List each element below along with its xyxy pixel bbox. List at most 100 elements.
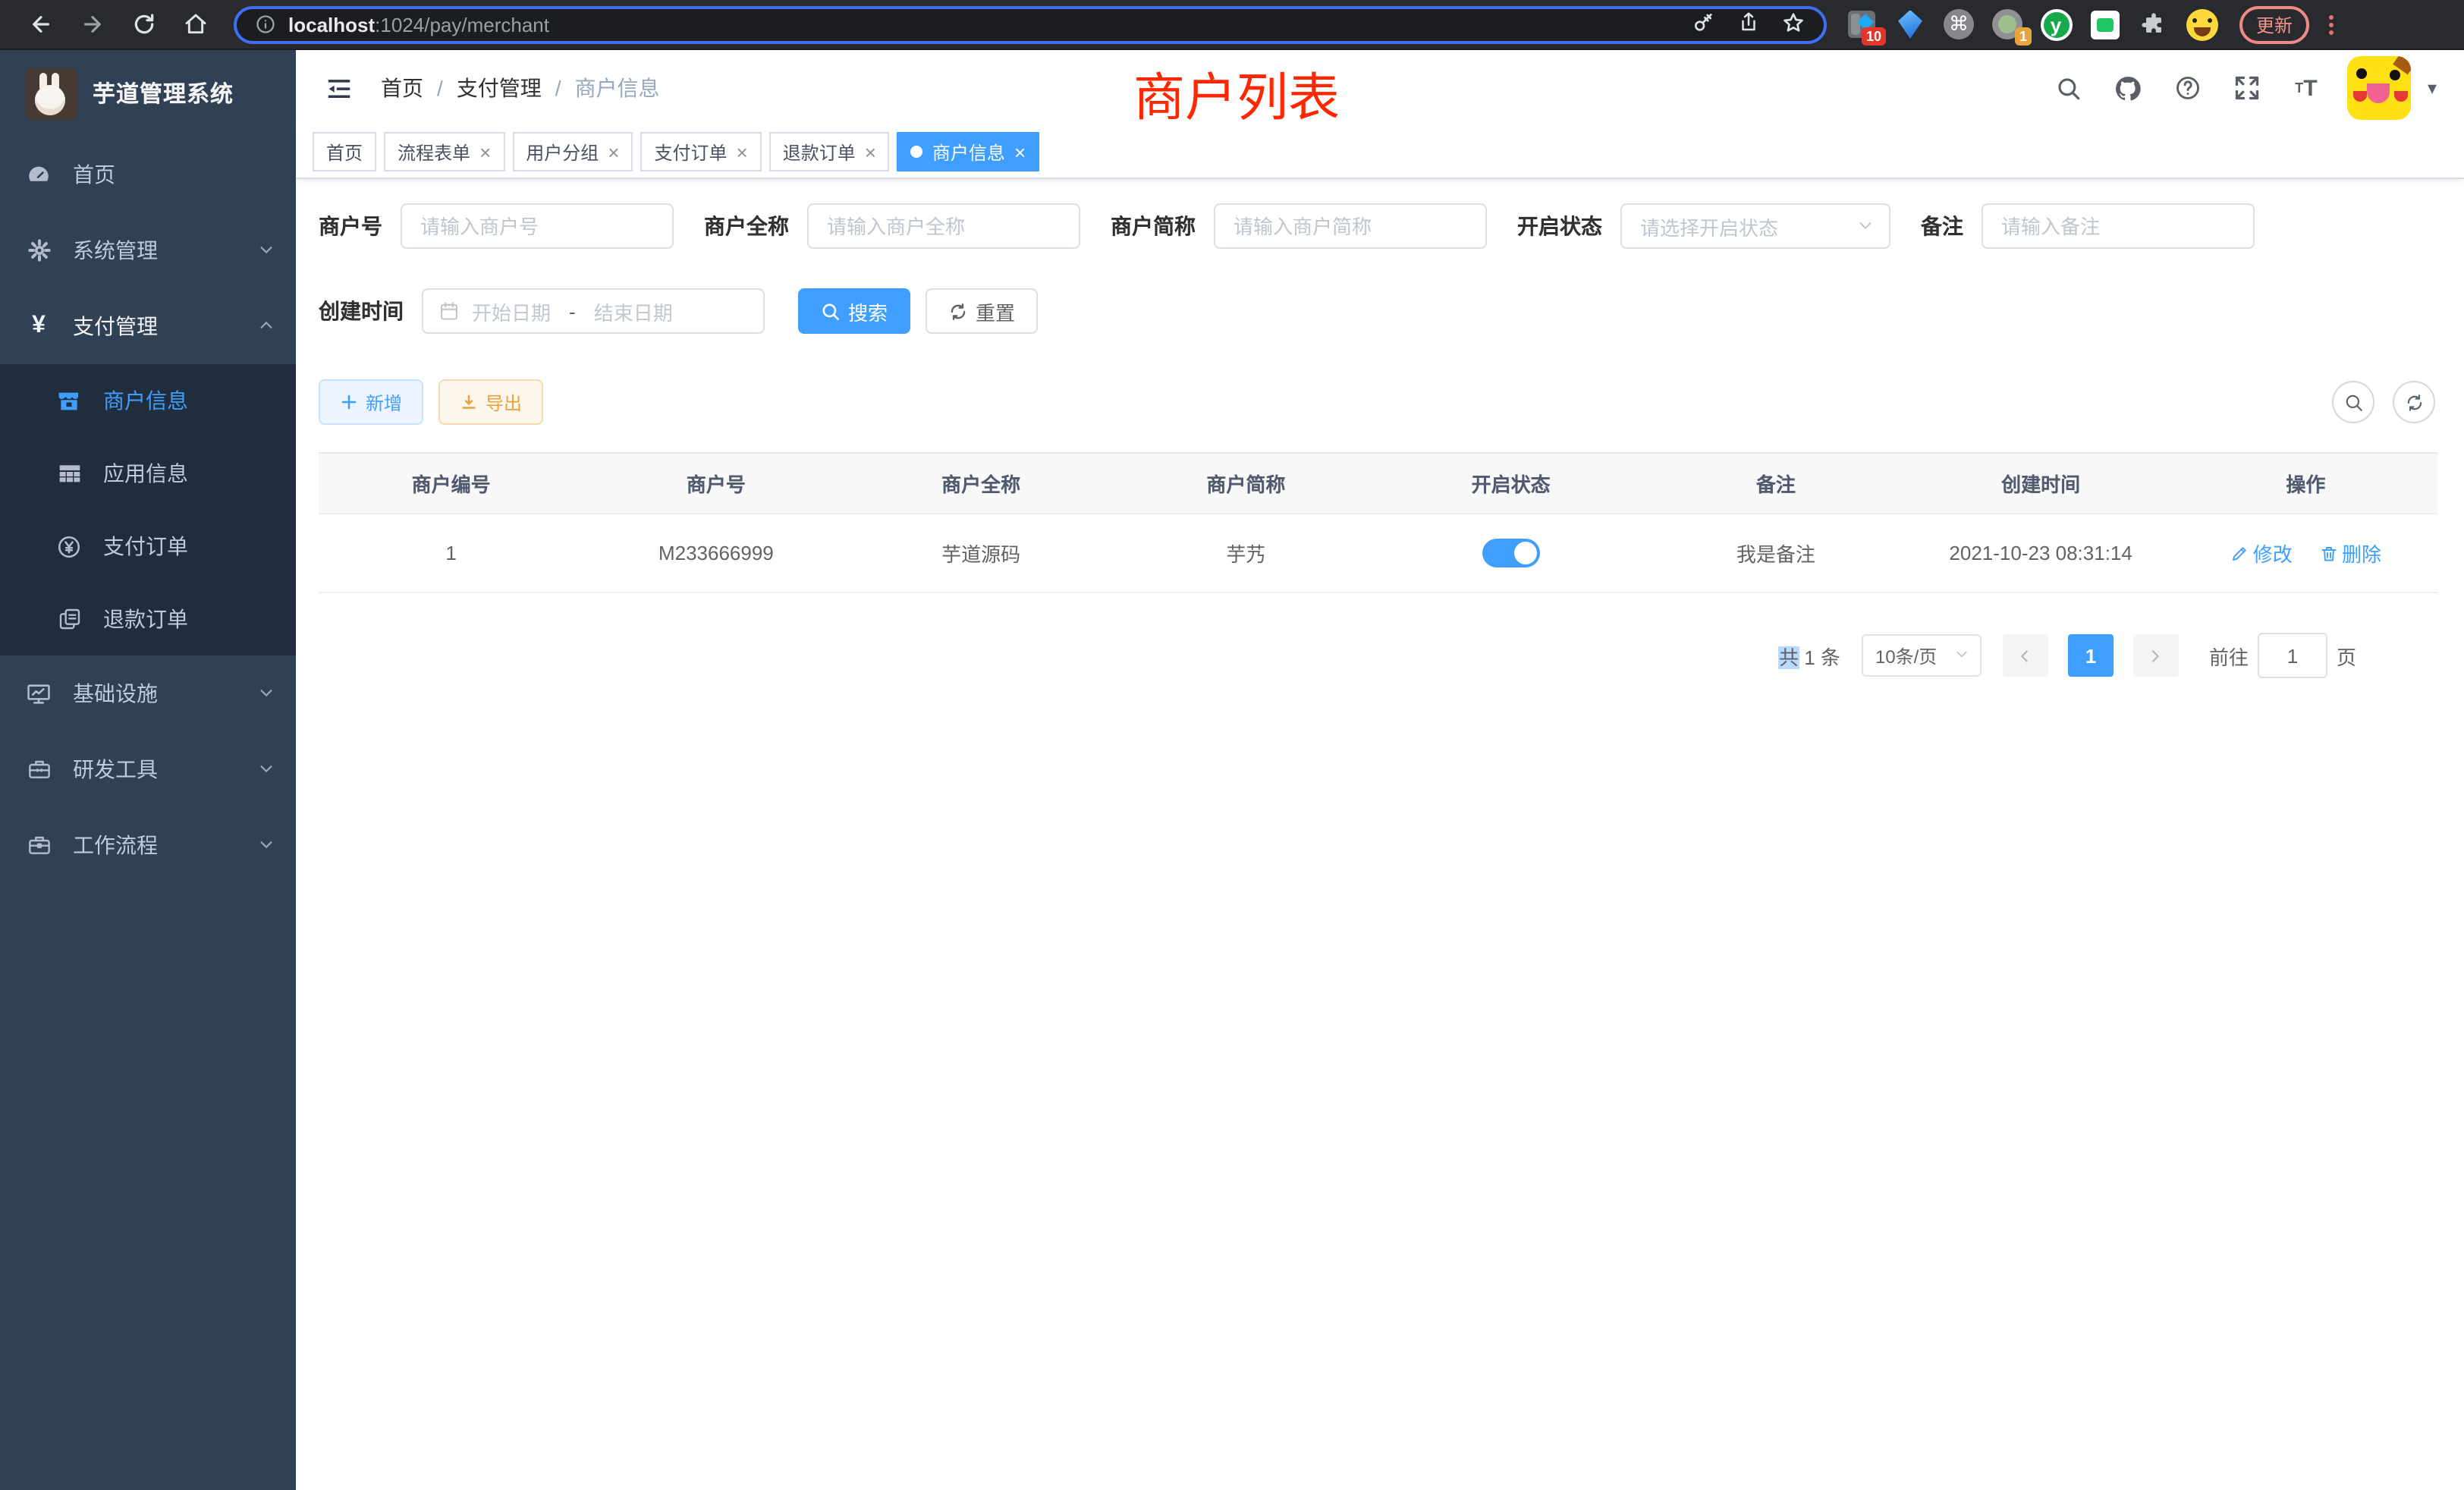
chevron-down-icon [1857,215,1874,237]
page-number-current[interactable]: 1 [2068,634,2114,677]
sidebar-item-merchant-info[interactable]: 商户信息 [0,364,296,437]
chevron-down-icon [258,757,275,781]
sidebar-item-infra[interactable]: 基础设施 [0,655,296,731]
password-key-icon[interactable] [1692,10,1716,39]
font-size-icon[interactable]: TT [2288,70,2324,106]
cell-short-name: 芋艿 [1114,514,1378,593]
browser-menu-icon[interactable] [2324,10,2338,39]
sidebar-item-label: 退款订单 [103,604,188,634]
search-button[interactable]: 搜索 [798,288,910,334]
close-icon[interactable]: × [865,142,876,162]
help-icon[interactable] [2170,70,2206,106]
address-bar[interactable]: localhost:1024/pay/merchant [234,5,1827,43]
tab-user-group[interactable]: 用户分组× [512,132,633,171]
sidebar-item-devtools[interactable]: 研发工具 [0,731,296,807]
breadcrumb: 首页 / 支付管理 / 商户信息 [381,73,660,103]
sidebar-item-workflow[interactable]: 工作流程 [0,807,296,883]
tab-pay-order[interactable]: 支付订单× [640,132,761,171]
cell-create-time: 2021-10-23 08:31:14 [1909,514,2173,593]
toggle-search-button[interactable] [2332,381,2374,423]
extension-y-icon[interactable]: y [2039,8,2073,41]
url-path: :1024/pay/merchant [375,13,549,36]
extension-badge: 10 [1862,27,1886,46]
cell-merchant-no: M233666999 [583,514,848,593]
chrome-update-button[interactable]: 更新 [2239,5,2309,43]
browser-home-icon[interactable] [170,3,222,46]
add-button[interactable]: 新增 [319,379,423,425]
page-size-select[interactable]: 10条/页 [1862,634,1982,677]
logo-rabbit-image [26,68,77,119]
pay-submenu: 商户信息 应用信息 支付订单 [0,364,296,655]
extension-recorder-icon[interactable]: 1 [1991,8,2024,41]
close-icon[interactable]: × [608,142,619,162]
browser-back-icon[interactable] [15,3,67,46]
tab-home[interactable]: 首页 [313,132,376,171]
sidebar-item-pay[interactable]: ¥ 支付管理 [0,288,296,364]
extensions-puzzle-icon[interactable] [2136,8,2170,41]
sidebar-toggle-icon[interactable] [319,68,360,108]
fullscreen-icon[interactable] [2229,70,2265,106]
sidebar-item-app-info[interactable]: 应用信息 [0,437,296,510]
extension-blocks-icon[interactable]: 10 [1845,8,1878,41]
status-toggle[interactable] [1482,539,1540,567]
close-icon[interactable]: × [479,142,491,162]
top-navbar: 首页 / 支付管理 / 商户信息 [296,50,2464,126]
status-select[interactable]: 请选择开启状态 [1620,203,1890,249]
share-icon[interactable] [1737,11,1760,38]
sidebar-item-label: 系统管理 [73,235,158,266]
calendar-icon [438,300,460,322]
close-icon[interactable]: × [737,142,748,162]
remark-input[interactable] [1982,203,2255,249]
browser-reload-icon[interactable] [118,3,170,46]
bookmark-star-icon[interactable] [1781,10,1806,39]
documents-icon [56,607,82,631]
filter-label: 创建时间 [319,296,404,326]
tab-refund-order[interactable]: 退款订单× [769,132,890,171]
table-row: 1 M233666999 芋道源码 芋艿 我是备注 2021-10-23 08:… [319,514,2438,593]
create-time-range-picker[interactable]: 开始日期 - 结束日期 [422,288,765,334]
github-icon[interactable] [2110,70,2147,106]
chevron-down-icon [258,681,275,706]
merchant-short-name-input[interactable] [1214,203,1487,249]
prev-page-button[interactable] [2003,634,2048,677]
filter-label: 商户简称 [1111,211,1196,241]
sidebar-item-label: 支付订单 [103,531,188,561]
header-search-icon[interactable] [2051,70,2088,106]
tab-merchant-info[interactable]: 商户信息× [897,132,1039,171]
reset-button[interactable]: 重置 [926,288,1038,334]
cell-full-name: 芋道源码 [849,514,1114,593]
url-host: localhost [288,13,375,36]
tab-process-form[interactable]: 流程表单× [384,132,504,171]
total-count: 共 1 条 [1779,641,1840,670]
app-logo[interactable]: 芋道管理系统 [0,50,296,137]
goto-page-input[interactable] [2258,633,2327,678]
breadcrumb-pay[interactable]: 支付管理 [457,73,542,103]
sidebar-item-home[interactable]: 首页 [0,137,296,212]
edit-link[interactable]: 修改 [2230,539,2293,567]
extension-command-icon[interactable]: ⌘ [1942,8,1975,41]
site-info-icon[interactable] [255,14,276,35]
refresh-button[interactable] [2393,381,2435,423]
delete-link[interactable]: 删除 [2319,539,2381,567]
sidebar-item-pay-order[interactable]: 支付订单 [0,510,296,583]
close-icon[interactable]: × [1014,142,1026,162]
sidebar-item-system[interactable]: 系统管理 [0,212,296,288]
browser-profile-avatar[interactable] [2185,8,2218,41]
sidebar-item-refund-order[interactable]: 退款订单 [0,583,296,655]
avatar-caret-icon[interactable]: ▾ [2428,77,2437,99]
chevron-down-icon [258,833,275,857]
breadcrumb-home[interactable]: 首页 [381,73,423,103]
next-page-button[interactable] [2133,634,2179,677]
browser-forward-icon[interactable] [67,3,118,46]
user-avatar[interactable] [2347,56,2411,120]
sidebar-item-label: 首页 [73,159,115,190]
extension-chat-icon[interactable] [2088,8,2121,41]
merchant-no-input[interactable] [401,203,674,249]
range-separator: - [569,300,576,322]
extension-gem-icon[interactable] [1894,8,1927,41]
export-button[interactable]: 导出 [438,379,543,425]
merchant-full-name-input[interactable] [807,203,1080,249]
filter-label: 商户全称 [704,211,789,241]
active-dot [911,146,923,158]
tags-view: 首页 流程表单× 用户分组× 支付订单× 退款订单× 商户信息× [296,126,2464,179]
